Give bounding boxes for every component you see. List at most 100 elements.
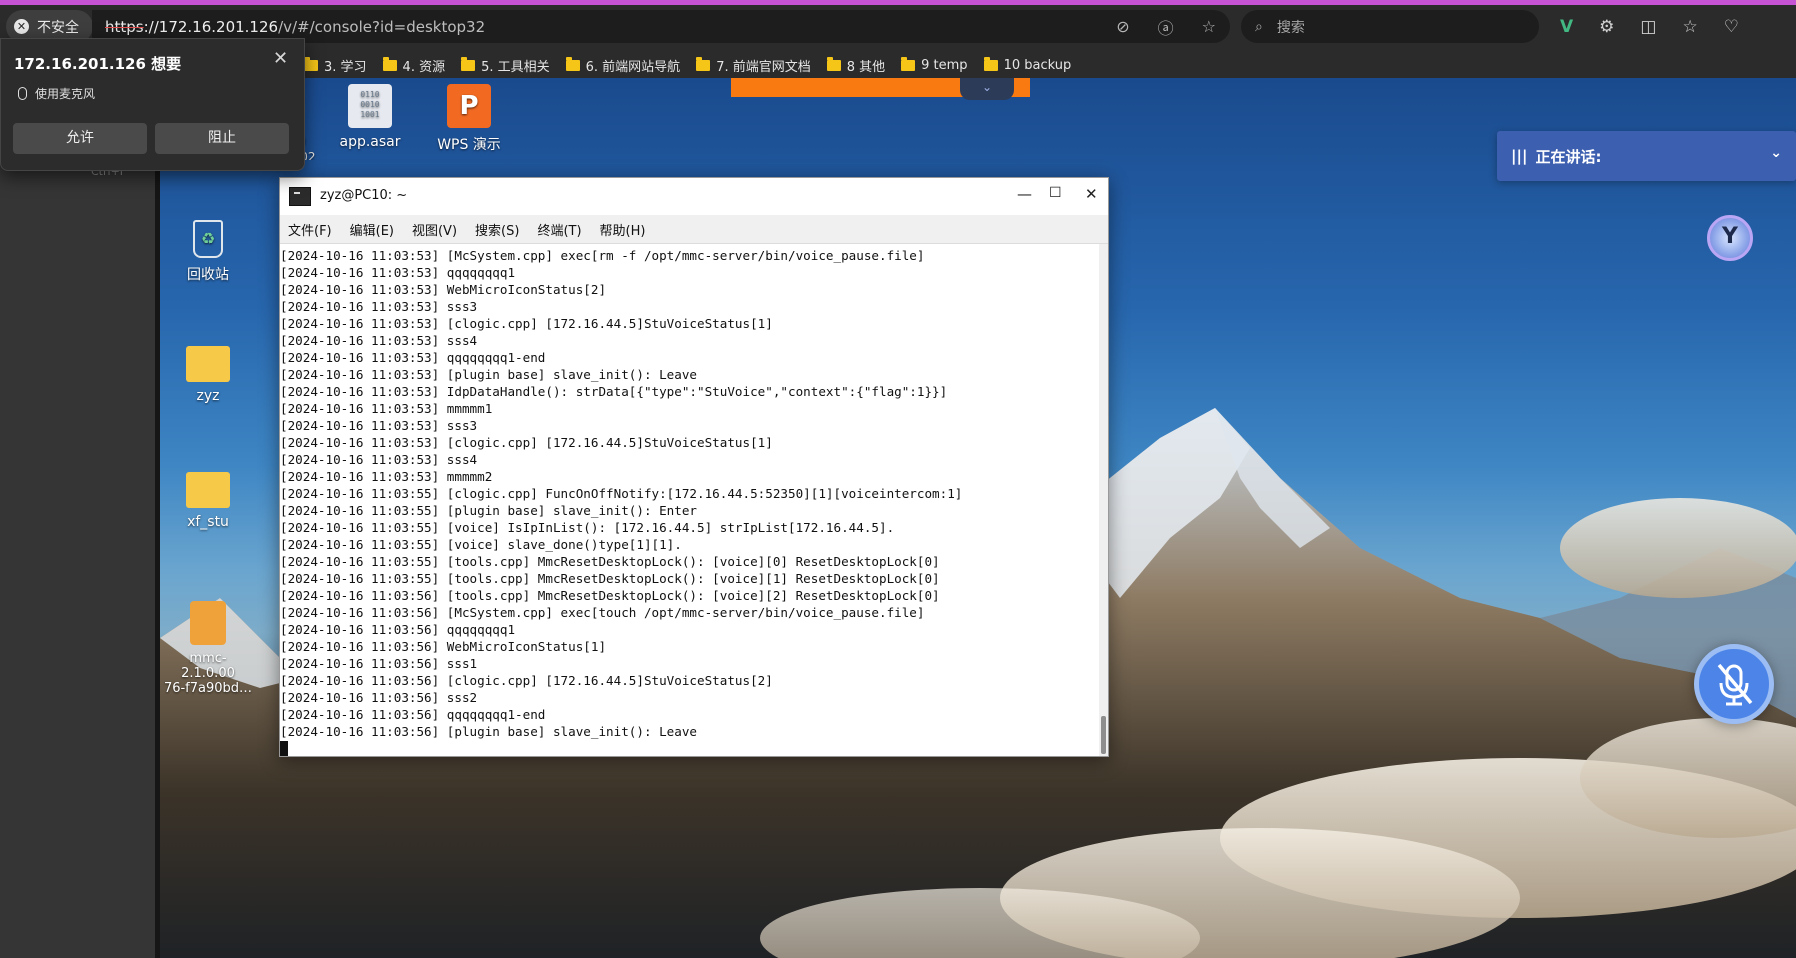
favorite-star-icon[interactable]: ☆ <box>1202 17 1216 36</box>
terminal-line: [2024-10-16 11:03:53] mmmmm2 <box>280 469 493 484</box>
terminal-line: [2024-10-16 11:03:53] [clogic.cpp] [172.… <box>280 316 773 331</box>
desktop-icon-xf-stu[interactable]: xf_stu <box>163 472 253 530</box>
maximize-icon[interactable]: ☐ <box>1049 185 1062 201</box>
terminal-line: [2024-10-16 11:03:53] qqqqqqqq1 <box>280 265 516 280</box>
permission-item: 使用麦克风 <box>18 85 95 102</box>
chevron-down-icon[interactable]: ⌄ <box>1770 145 1782 161</box>
not-secure-icon: ✕ <box>14 19 29 34</box>
terminal-line: [2024-10-16 11:03:56] sss2 <box>280 690 478 705</box>
menu-terminal[interactable]: 终端(T) <box>537 220 581 239</box>
url-host: ://172.16.201.126 <box>143 17 279 36</box>
chevron-down-icon: ⌄ <box>981 80 993 94</box>
speaking-label: 正在讲话: <box>1535 147 1602 166</box>
terminal-title: zyz@PC10: ~ <box>320 188 408 203</box>
bookmark-folder[interactable]: 8 其他 <box>826 56 885 75</box>
folder-icon <box>304 56 318 71</box>
permission-label: 使用麦克风 <box>35 87 96 101</box>
terminal-line: [2024-10-16 11:03:56] qqqqqqqq1 <box>280 622 516 637</box>
terminal-line: [2024-10-16 11:03:56] [clogic.cpp] [172.… <box>280 673 773 688</box>
terminal-line: [2024-10-16 11:03:53] sss4 <box>280 452 478 467</box>
terminal-line: [2024-10-16 11:03:55] [clogic.cpp] FuncO… <box>280 486 963 501</box>
extensions-icon[interactable]: ⚙ <box>1599 17 1614 37</box>
minimize-icon[interactable]: — <box>1017 185 1032 203</box>
folder-icon <box>983 56 998 71</box>
bookmark-folder[interactable]: 7. 前端官网文档 <box>696 56 811 75</box>
security-label: 不安全 <box>37 19 79 36</box>
terminal-titlebar[interactable]: zyz@PC10: ~ — ☐ ✕ <box>280 178 1108 215</box>
desktop-icon-zyz[interactable]: zyz <box>163 346 253 404</box>
terminal-line: [2024-10-16 11:03:55] [tools.cpp] MmcRes… <box>280 554 940 569</box>
desktop-icon-app-asar[interactable]: 0110 0010 1001 app.asar <box>325 84 415 150</box>
terminal-window[interactable]: zyz@PC10: ~ — ☐ ✕ 文件(F) 编辑(E) 视图(V) 搜索(S… <box>279 177 1109 757</box>
terminal-line: [2024-10-16 11:03:53] mmmmm1 <box>280 401 493 416</box>
bookmark-folder[interactable]: 4. 资源 <box>382 56 445 75</box>
folder-icon <box>901 56 916 71</box>
archive-file-icon <box>190 601 226 645</box>
home-folder-icon <box>186 346 230 382</box>
desktop-icon-mmc[interactable]: mmc-2.1.0.00 76-f7a90bd… <box>163 601 253 696</box>
microphone-permission-popup: 172.16.201.126 想要 ✕ 使用麦克风 允许 阻止 <box>0 38 305 171</box>
close-icon[interactable]: ✕ <box>273 48 288 69</box>
binary-file-icon: 0110 0010 1001 <box>348 84 392 128</box>
url-protocol: https <box>105 17 144 36</box>
terminal-line: [2024-10-16 11:03:55] [voice] IsIpInList… <box>280 520 895 535</box>
microphone-muted-button[interactable] <box>1694 644 1774 724</box>
desktop-icon-wps[interactable]: P WPS 演示 <box>424 84 514 154</box>
search-icon: ⌕ <box>1255 18 1263 35</box>
folder-icon <box>461 56 476 71</box>
speaking-indicator[interactable]: ||| 正在讲话: ⌄ <box>1497 131 1796 181</box>
camera-off-icon[interactable]: ⊘ <box>1116 17 1129 36</box>
favorites-icon[interactable]: ☆ <box>1682 17 1697 37</box>
block-button[interactable]: 阻止 <box>155 123 289 154</box>
bookmark-folder[interactable]: 6. 前端网站导航 <box>565 56 680 75</box>
terminal-line: [2024-10-16 11:03:55] [plugin base] slav… <box>280 503 698 518</box>
terminal-line: [2024-10-16 11:03:56] sss1 <box>280 656 478 671</box>
browser-essentials-icon[interactable]: ♡ <box>1724 17 1739 37</box>
menu-search[interactable]: 搜索(S) <box>475 220 519 239</box>
terminal-output[interactable]: [2024-10-16 11:03:53] [McSystem.cpp] exe… <box>280 244 1099 756</box>
terminal-line: [2024-10-16 11:03:53] [plugin base] slav… <box>280 367 698 382</box>
bookmark-folder[interactable]: 3. 学习 <box>304 56 367 75</box>
scrollbar-thumb[interactable] <box>1101 716 1106 754</box>
browser-extensions: V ⚙ ◫ ☆ ♡ <box>1560 10 1739 43</box>
menu-file[interactable]: 文件(F) <box>288 220 332 239</box>
split-screen-icon[interactable]: ◫ <box>1640 17 1656 37</box>
terminal-line: [2024-10-16 11:03:53] sss4 <box>280 333 478 348</box>
search-placeholder: 搜索 <box>1276 19 1305 36</box>
allow-button[interactable]: 允许 <box>13 123 147 154</box>
terminal-icon <box>289 187 311 206</box>
terminal-line: [2024-10-16 11:03:56] [tools.cpp] MmcRes… <box>280 588 940 603</box>
menu-edit[interactable]: 编辑(E) <box>350 220 394 239</box>
collapse-toolbar-button[interactable]: ⌄ <box>960 78 1014 100</box>
vue-devtools-icon[interactable]: V <box>1560 17 1573 37</box>
terminal-line: [2024-10-16 11:03:53] [clogic.cpp] [172.… <box>280 435 773 450</box>
terminal-line: [2024-10-16 11:03:55] [tools.cpp] MmcRes… <box>280 571 940 586</box>
assistant-logo-icon[interactable]: Y <box>1707 215 1753 261</box>
menu-view[interactable]: 视图(V) <box>412 220 457 239</box>
wps-presentation-icon: P <box>447 84 491 128</box>
audio-wave-icon: ||| <box>1511 147 1528 165</box>
folder-icon <box>565 56 580 71</box>
terminal-line: [2024-10-16 11:03:53] qqqqqqqq1-end <box>280 350 546 365</box>
desktop-icon-recycle-bin[interactable]: ♻ 回收站 <box>163 220 253 284</box>
bookmark-folder[interactable]: 10 backup <box>983 56 1071 73</box>
folder-icon <box>696 56 711 71</box>
terminal-scrollbar[interactable] <box>1099 244 1108 756</box>
bookmarks-bar: 3. 学习 4. 资源 5. 工具相关 6. 前端网站导航 7. 前端官网文档 … <box>304 51 1071 79</box>
microphone-icon <box>18 87 27 100</box>
folder-icon <box>186 472 230 508</box>
bookmark-folder[interactable]: 5. 工具相关 <box>461 56 550 75</box>
terminal-line: [2024-10-16 11:03:53] WebMicroIconStatus… <box>280 282 607 297</box>
folder-icon <box>826 56 841 71</box>
recycle-bin-icon: ♻ <box>193 220 223 258</box>
left-side-panel <box>0 78 155 958</box>
close-icon[interactable]: ✕ <box>1085 185 1098 203</box>
translate-icon[interactable]: ⓐ <box>1158 15 1174 39</box>
terminal-line: [2024-10-16 11:03:53] IdpDataHandle(): s… <box>280 384 948 399</box>
bookmark-folder[interactable]: 9 temp <box>901 56 968 73</box>
terminal-menubar: 文件(F) 编辑(E) 视图(V) 搜索(S) 终端(T) 帮助(H) <box>280 215 1108 244</box>
menu-help[interactable]: 帮助(H) <box>600 220 646 239</box>
url-path: /v/#/console?id=desktop32 <box>278 17 486 36</box>
microphone-off-icon <box>1717 663 1753 706</box>
search-box[interactable]: ⌕ 搜索 <box>1241 10 1539 43</box>
